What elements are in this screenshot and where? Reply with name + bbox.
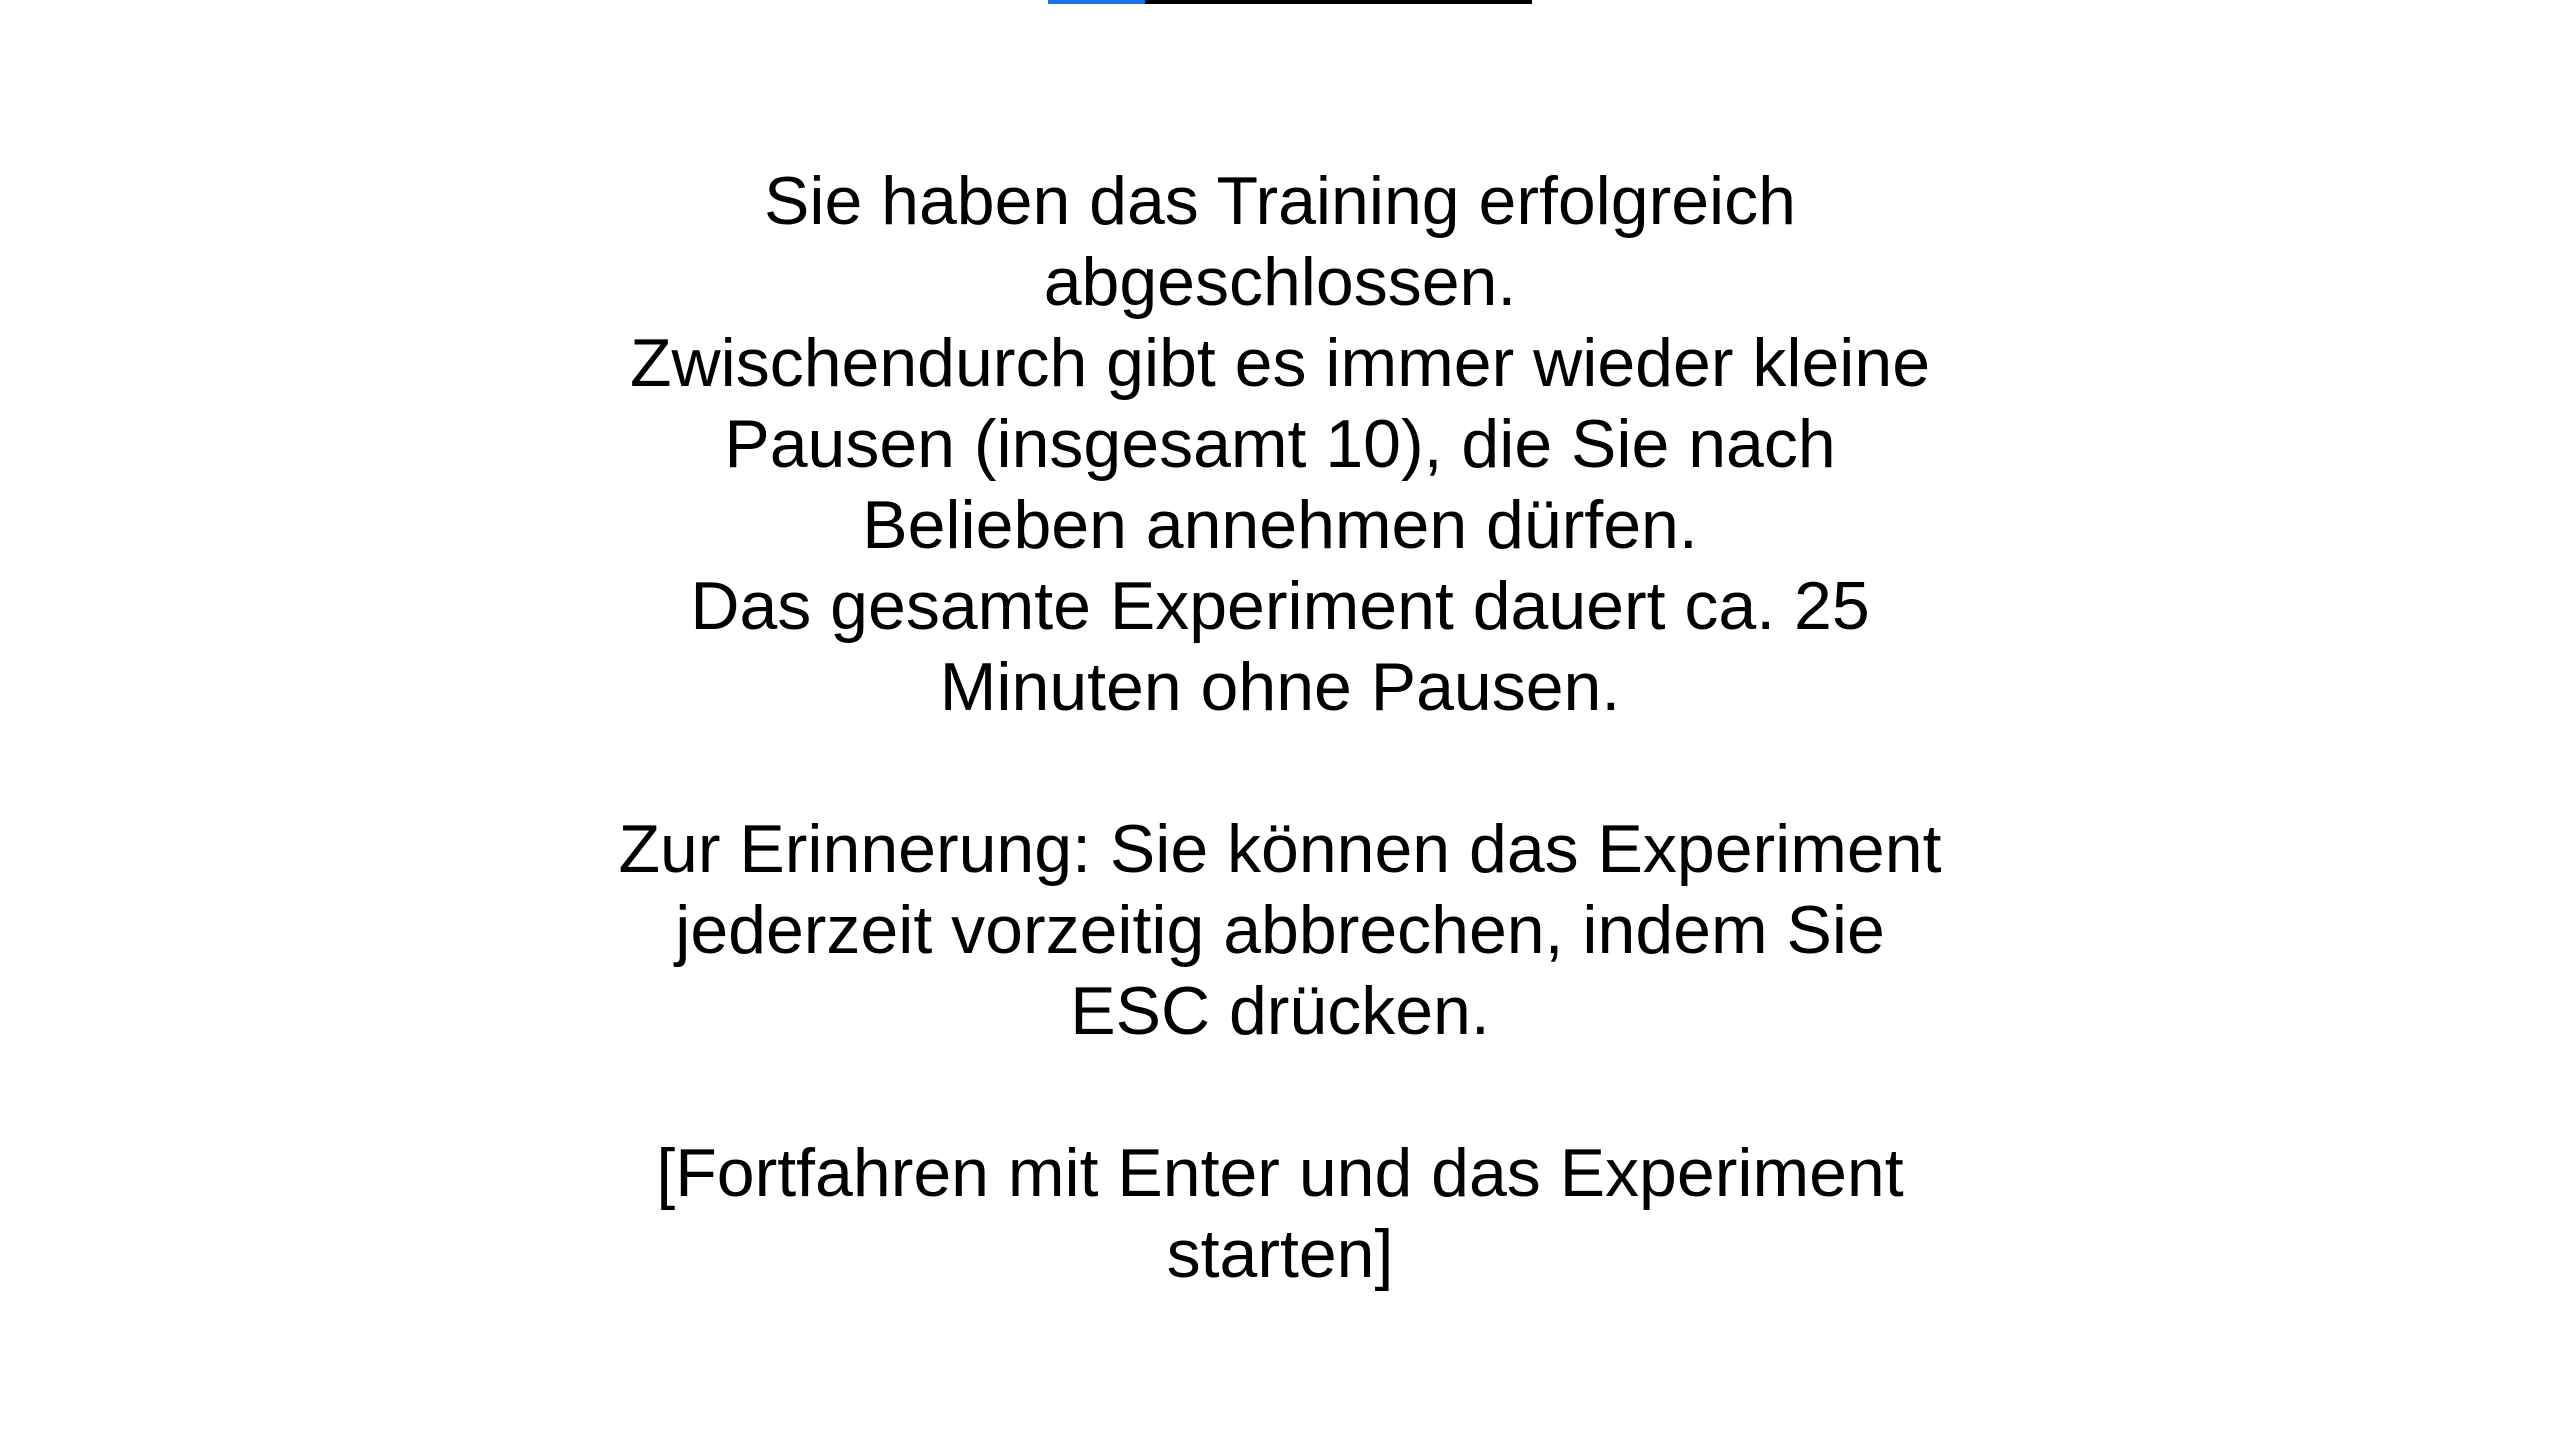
text-line: Belieben annehmen dürfen. xyxy=(862,487,1698,563)
progress-bar xyxy=(1048,0,1532,4)
continue-prompt: [Fortfahren mit Enter und das Experiment… xyxy=(560,1133,2000,1295)
text-line: Zur Erinnerung: Sie können das Experimen… xyxy=(618,811,1942,887)
text-line: Das gesamte Experiment dauert ca. 25 xyxy=(690,568,1870,644)
text-line: Sie haben das Training erfolgreich xyxy=(764,163,1796,239)
text-line: [Fortfahren mit Enter und das Experiment xyxy=(656,1135,1904,1211)
text-line: abgeschlossen. xyxy=(1043,244,1517,320)
text-line: jederzeit vorzeitig abbrechen, indem Sie xyxy=(675,892,1885,968)
text-line: Pausen (insgesamt 10), die Sie nach xyxy=(724,406,1836,482)
text-line: Minuten ohne Pausen. xyxy=(939,649,1621,725)
text-line: starten] xyxy=(1166,1216,1394,1292)
instruction-text: Sie haben das Training erfolgreich abges… xyxy=(560,161,2000,1295)
text-line: ESC drücken. xyxy=(1070,973,1490,1049)
text-line: Zwischendurch gibt es immer wieder klein… xyxy=(629,325,1931,401)
progress-bar-fill xyxy=(1048,0,1145,4)
training-complete-message: Sie haben das Training erfolgreich abges… xyxy=(560,161,2000,728)
esc-reminder-message: Zur Erinnerung: Sie können das Experimen… xyxy=(560,809,2000,1052)
